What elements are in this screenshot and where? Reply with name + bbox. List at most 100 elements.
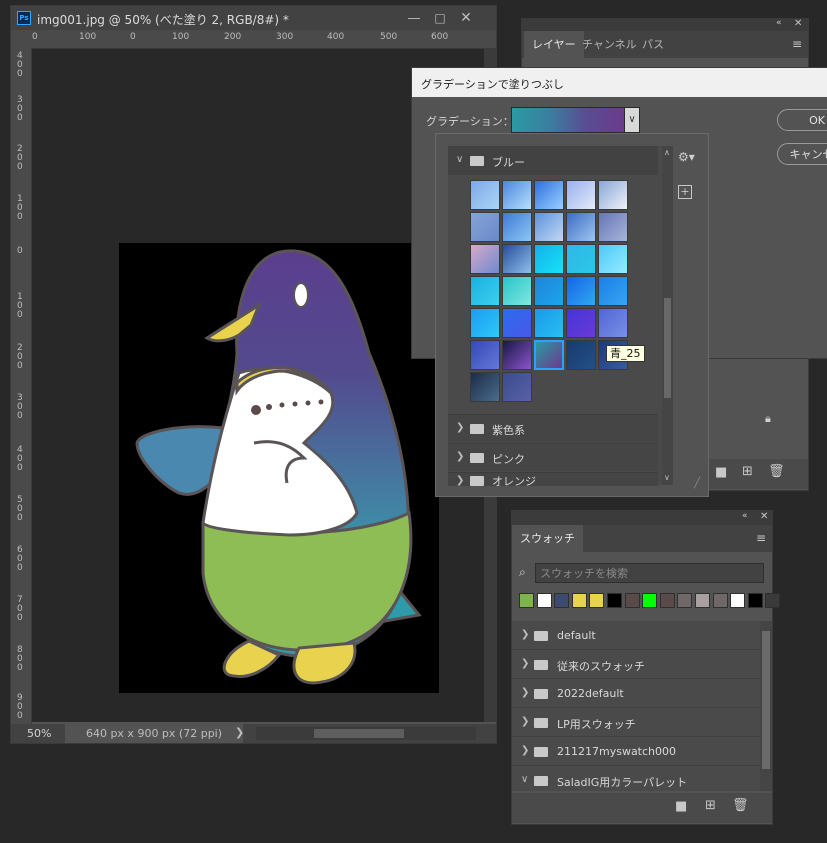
color-swatch[interactable] [589, 593, 605, 608]
gradient-tile[interactable] [502, 340, 532, 370]
new-layer-icon[interactable]: ⊞ [742, 464, 753, 479]
tab-swatches[interactable]: スウォッチ [512, 525, 583, 552]
color-swatch[interactable] [554, 593, 570, 608]
color-swatch[interactable] [519, 593, 534, 608]
color-swatch[interactable] [624, 593, 640, 608]
swatch-search-input[interactable]: スウォッチを検索 [535, 563, 764, 583]
gradient-tile[interactable] [534, 212, 564, 242]
artboard[interactable] [119, 243, 439, 693]
ruler-vertical[interactable]: 400 300 200 100 0 100 200 300 400 500 60… [11, 48, 32, 724]
swatch-group-row[interactable]: ∨ SaladIG用カラーパレット [512, 766, 760, 795]
new-group-icon[interactable]: ■ [675, 799, 687, 814]
color-swatch[interactable] [571, 593, 587, 608]
gradient-tile[interactable] [470, 308, 500, 338]
gradient-tile[interactable] [598, 212, 628, 242]
chevron-right-icon[interactable]: ❯ [521, 745, 529, 756]
new-gradient-icon[interactable]: + [678, 185, 692, 199]
chevron-right-icon[interactable]: ❯ [456, 475, 464, 486]
gradient-tile[interactable] [502, 212, 532, 242]
color-swatch[interactable] [765, 593, 781, 608]
gradient-tile[interactable] [534, 340, 564, 370]
scrollbar-thumb[interactable] [664, 298, 671, 398]
chevron-down-icon[interactable]: ∨ [521, 774, 528, 785]
gradient-tile[interactable] [470, 340, 500, 370]
resize-grip-icon[interactable]: ╱ [694, 478, 700, 489]
gradient-tile[interactable] [566, 212, 596, 242]
gradient-tile[interactable] [566, 308, 596, 338]
swatch-list-scrollbar[interactable] [760, 621, 772, 791]
gradient-tile[interactable] [566, 276, 596, 306]
gradient-preview[interactable] [511, 107, 625, 133]
scrollbar-thumb[interactable] [314, 729, 404, 738]
swatch-group-row[interactable]: ❯ 211217myswatch000 [512, 737, 760, 766]
close-icon[interactable]: ✕ [794, 18, 802, 29]
horizontal-scrollbar[interactable] [256, 727, 476, 740]
new-swatch-icon[interactable]: ⊞ [705, 798, 716, 813]
document-titlebar[interactable]: Ps img001.jpg @ 50% (べた塗り 2, RGB/8#) * ―… [11, 6, 496, 30]
chevron-right-icon[interactable]: ❯ [456, 422, 464, 433]
chevron-up-icon[interactable]: ∧ [664, 148, 670, 157]
trash-icon[interactable]: 🗑︎ [768, 464, 785, 479]
close-icon[interactable]: ✕ [760, 511, 768, 522]
close-icon[interactable]: ✕ [454, 9, 478, 27]
gradient-tile[interactable] [502, 244, 532, 274]
scrollbar-thumb[interactable] [762, 631, 770, 769]
chevron-right-icon[interactable]: ❯ [521, 658, 529, 669]
color-swatch[interactable] [677, 593, 693, 608]
swatch-group-row[interactable]: ❯ LP用スウォッチ [512, 708, 760, 737]
lock-icon[interactable]: 🔒︎ [765, 412, 771, 426]
chevron-right-icon[interactable]: ❯ [235, 726, 244, 739]
color-swatch[interactable] [747, 593, 763, 608]
maximize-icon[interactable]: □ [428, 9, 452, 27]
gradient-tile[interactable] [598, 180, 628, 210]
gradient-tile[interactable] [502, 276, 532, 306]
chevron-down-icon[interactable]: ∨ [624, 107, 640, 133]
cancel-button[interactable]: キャンセル [777, 143, 827, 165]
ruler-horizontal[interactable]: 0 100 0 100 200 300 400 500 600 [31, 30, 496, 49]
gradient-folder-orange[interactable]: ❯ オレンジ [448, 472, 658, 486]
new-group-icon[interactable]: ■ [715, 465, 727, 480]
gradient-folder-pink[interactable]: ❯ ピンク [448, 443, 658, 471]
swatch-group-row[interactable]: ❯ default [512, 621, 760, 650]
gradient-tile[interactable] [534, 308, 564, 338]
gradient-tile[interactable] [470, 244, 500, 274]
gradient-tile[interactable] [598, 244, 628, 274]
gradient-tile[interactable] [598, 276, 628, 306]
picker-scrollbar[interactable]: ∧ ∨ [662, 146, 673, 485]
gradient-tile[interactable] [566, 244, 596, 274]
chevron-right-icon[interactable]: ❯ [521, 716, 529, 727]
tab-paths[interactable]: パス [634, 31, 672, 58]
swatch-group-row[interactable]: ❯ 2022default [512, 679, 760, 708]
chevron-right-icon[interactable]: ❯ [456, 451, 464, 462]
gradient-tile[interactable] [598, 308, 628, 338]
ok-button[interactable]: OK [777, 109, 827, 131]
chevron-down-icon[interactable]: ∨ [456, 154, 463, 165]
gradient-tile[interactable] [502, 372, 532, 402]
color-swatch[interactable] [536, 593, 552, 608]
zoom-level[interactable]: 50% [27, 727, 51, 740]
panel-menu-icon[interactable]: ≡ [792, 37, 802, 51]
color-swatch[interactable] [607, 593, 622, 608]
gradient-tile[interactable] [566, 180, 596, 210]
gradient-tile[interactable] [502, 180, 532, 210]
gradient-folder-purple[interactable]: ❯ 紫色系 [448, 414, 658, 442]
gradient-tile[interactable] [534, 180, 564, 210]
collapse-icon[interactable]: « [776, 18, 782, 28]
color-swatch[interactable] [695, 593, 710, 608]
gradient-tile[interactable] [566, 340, 596, 370]
gradient-tile[interactable] [470, 276, 500, 306]
dialog-titlebar[interactable]: グラデーションで塗りつぶし [412, 68, 827, 97]
gradient-tile[interactable] [470, 372, 500, 402]
collapse-icon[interactable]: « [742, 511, 748, 521]
minimize-icon[interactable]: ― [402, 9, 426, 27]
color-swatch[interactable] [712, 593, 728, 608]
color-swatch[interactable] [642, 593, 658, 608]
swatch-group-row[interactable]: ❯ 従来のスウォッチ [512, 650, 760, 679]
gradient-folder-blue[interactable]: ∨ ブルー [448, 146, 658, 175]
gradient-tile[interactable] [502, 308, 532, 338]
gradient-tile[interactable] [534, 244, 564, 274]
document-size-info[interactable]: 640 px x 900 px (72 ppi) [65, 724, 243, 743]
gradient-tile[interactable] [534, 276, 564, 306]
chevron-down-icon[interactable]: ∨ [664, 473, 670, 482]
color-swatch[interactable] [659, 593, 675, 608]
